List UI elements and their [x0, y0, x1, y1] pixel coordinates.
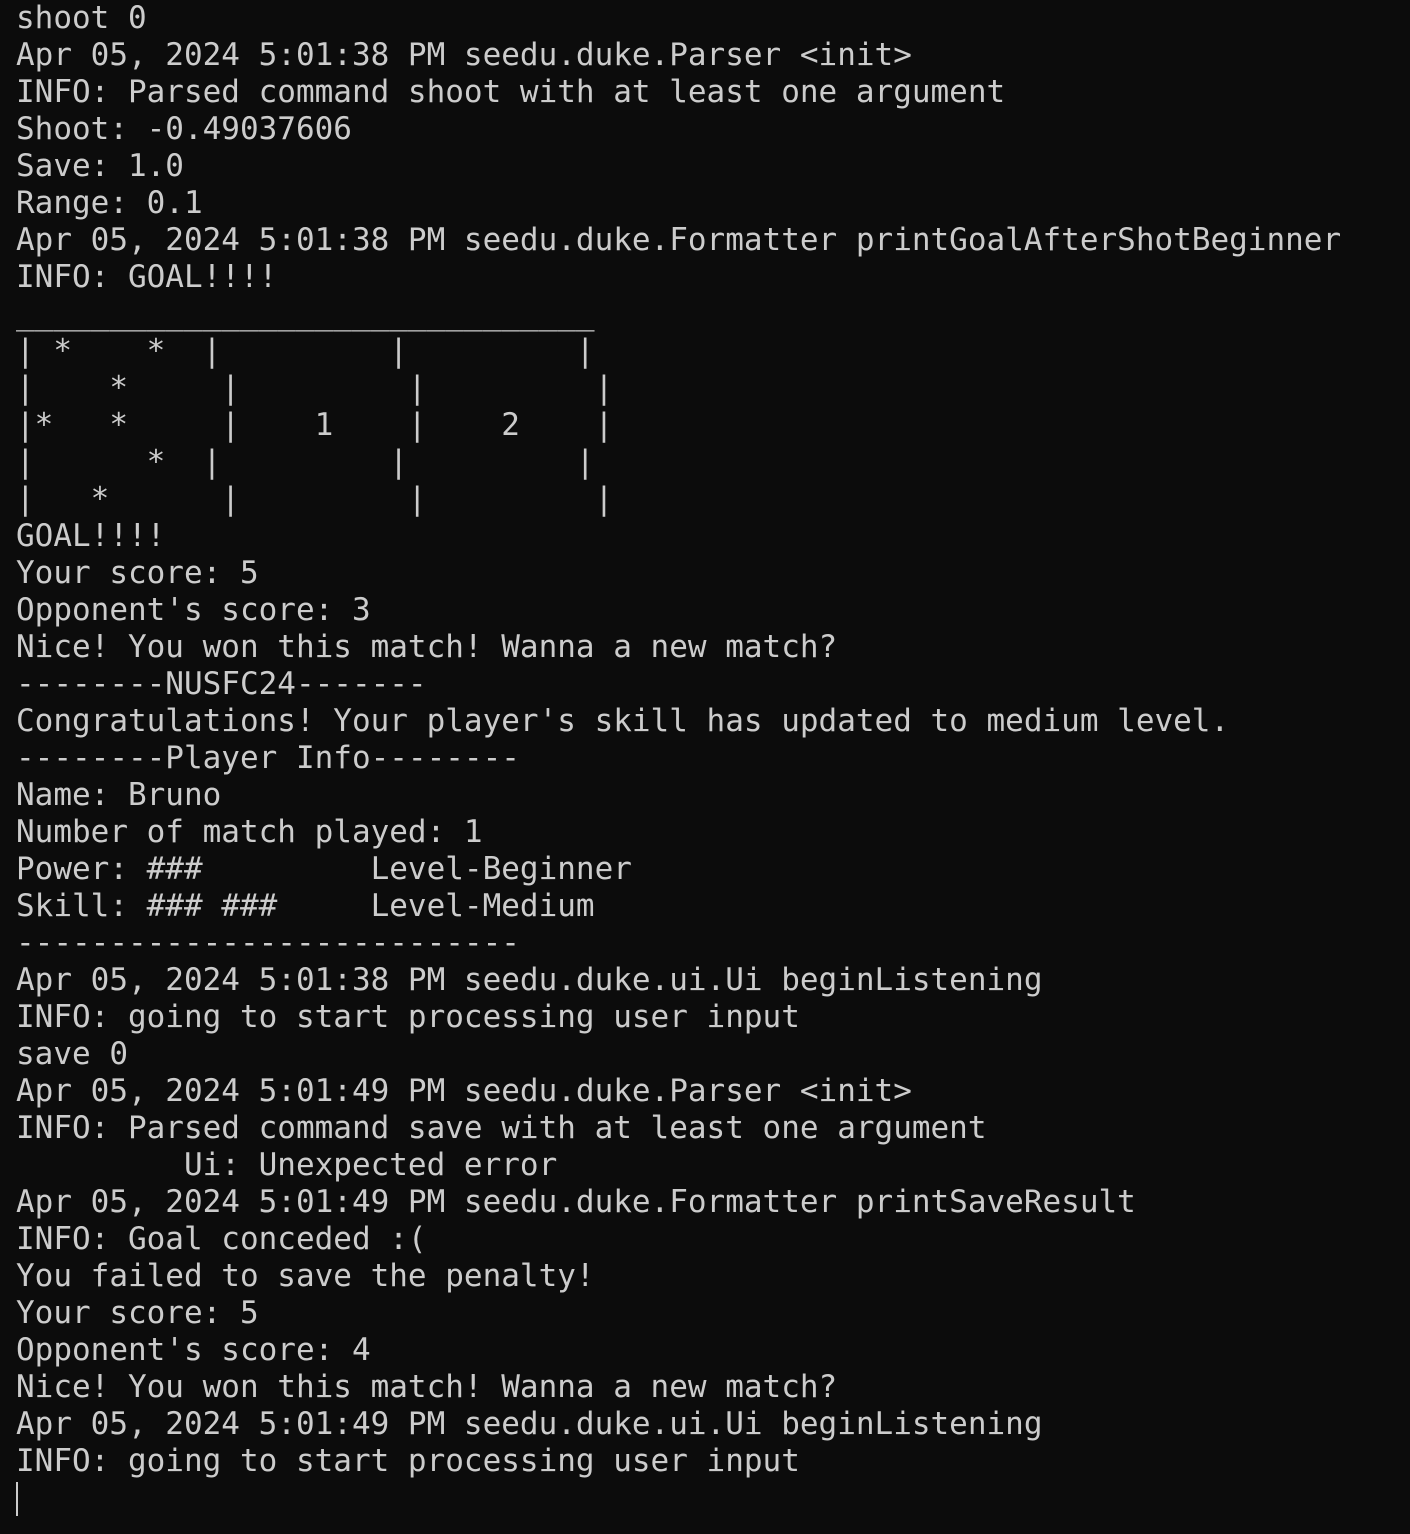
- terminal-line: INFO: Parsed command shoot with at least…: [16, 74, 1006, 110]
- terminal-line: Save: 1.0: [16, 148, 184, 184]
- terminal-line: Shoot: -0.49037606: [16, 111, 352, 147]
- goal-art-line: | * | | |: [16, 370, 614, 406]
- terminal-input-line[interactable]: [16, 1480, 1410, 1517]
- goal-art-line: | * | | |: [16, 444, 595, 480]
- terminal-line: Congratulations! Your player's skill has…: [16, 703, 1230, 739]
- goal-art-line: | * * | | |: [16, 333, 595, 369]
- terminal-line: Apr 05, 2024 5:01:38 PM seedu.duke.Forma…: [16, 222, 1342, 258]
- terminal-line: Power: ### Level-Beginner: [16, 851, 632, 887]
- terminal-line: --------NUSFC24-------: [16, 666, 427, 702]
- terminal-line: Nice! You won this match! Wanna a new ma…: [16, 1369, 838, 1405]
- terminal-line: GOAL!!!!: [16, 518, 166, 554]
- terminal-line: INFO: going to start processing user inp…: [16, 1443, 800, 1479]
- terminal-line: Range: 0.1: [16, 185, 203, 221]
- terminal-line: Name: Bruno: [16, 777, 222, 813]
- goal-art-line: |* * | 1 | 2 |: [16, 407, 614, 443]
- terminal-line: Ui: Unexpected error: [16, 1147, 558, 1183]
- terminal-line: Apr 05, 2024 5:01:49 PM seedu.duke.Parse…: [16, 1073, 912, 1109]
- terminal-line: Apr 05, 2024 5:01:38 PM seedu.duke.ui.Ui…: [16, 962, 1043, 998]
- terminal-line: Apr 05, 2024 5:01:49 PM seedu.duke.ui.Ui…: [16, 1406, 1043, 1442]
- terminal-line: Opponent's score: 4: [16, 1332, 371, 1368]
- text-cursor: [16, 1482, 18, 1516]
- goal-art-line: | * | | |: [16, 481, 614, 517]
- terminal-line: shoot 0: [16, 0, 147, 36]
- terminal-line: save 0: [16, 1036, 128, 1072]
- terminal-line: INFO: GOAL!!!!: [16, 259, 278, 295]
- terminal-line: Your score: 5: [16, 1295, 259, 1331]
- terminal-line: --------Player Info--------: [16, 740, 520, 776]
- terminal-line: Apr 05, 2024 5:01:38 PM seedu.duke.Parse…: [16, 37, 912, 73]
- terminal-window[interactable]: shoot 0 Apr 05, 2024 5:01:38 PM seedu.du…: [0, 0, 1410, 1534]
- terminal-line: Your score: 5: [16, 555, 259, 591]
- terminal-output: shoot 0 Apr 05, 2024 5:01:38 PM seedu.du…: [16, 0, 1410, 1480]
- terminal-line: INFO: going to start processing user inp…: [16, 999, 800, 1035]
- terminal-line: Nice! You won this match! Wanna a new ma…: [16, 629, 838, 665]
- terminal-line: Apr 05, 2024 5:01:49 PM seedu.duke.Forma…: [16, 1184, 1136, 1220]
- terminal-line: You failed to save the penalty!: [16, 1258, 595, 1294]
- terminal-line: Opponent's score: 3: [16, 592, 371, 628]
- terminal-line: ---------------------------: [16, 925, 520, 961]
- terminal-line: Number of match played: 1: [16, 814, 483, 850]
- terminal-line: INFO: Goal conceded :(: [16, 1221, 427, 1257]
- terminal-line: INFO: Parsed command save with at least …: [16, 1110, 987, 1146]
- goal-art-line: _______________________________: [16, 296, 595, 332]
- terminal-line: Skill: ### ### Level-Medium: [16, 888, 595, 924]
